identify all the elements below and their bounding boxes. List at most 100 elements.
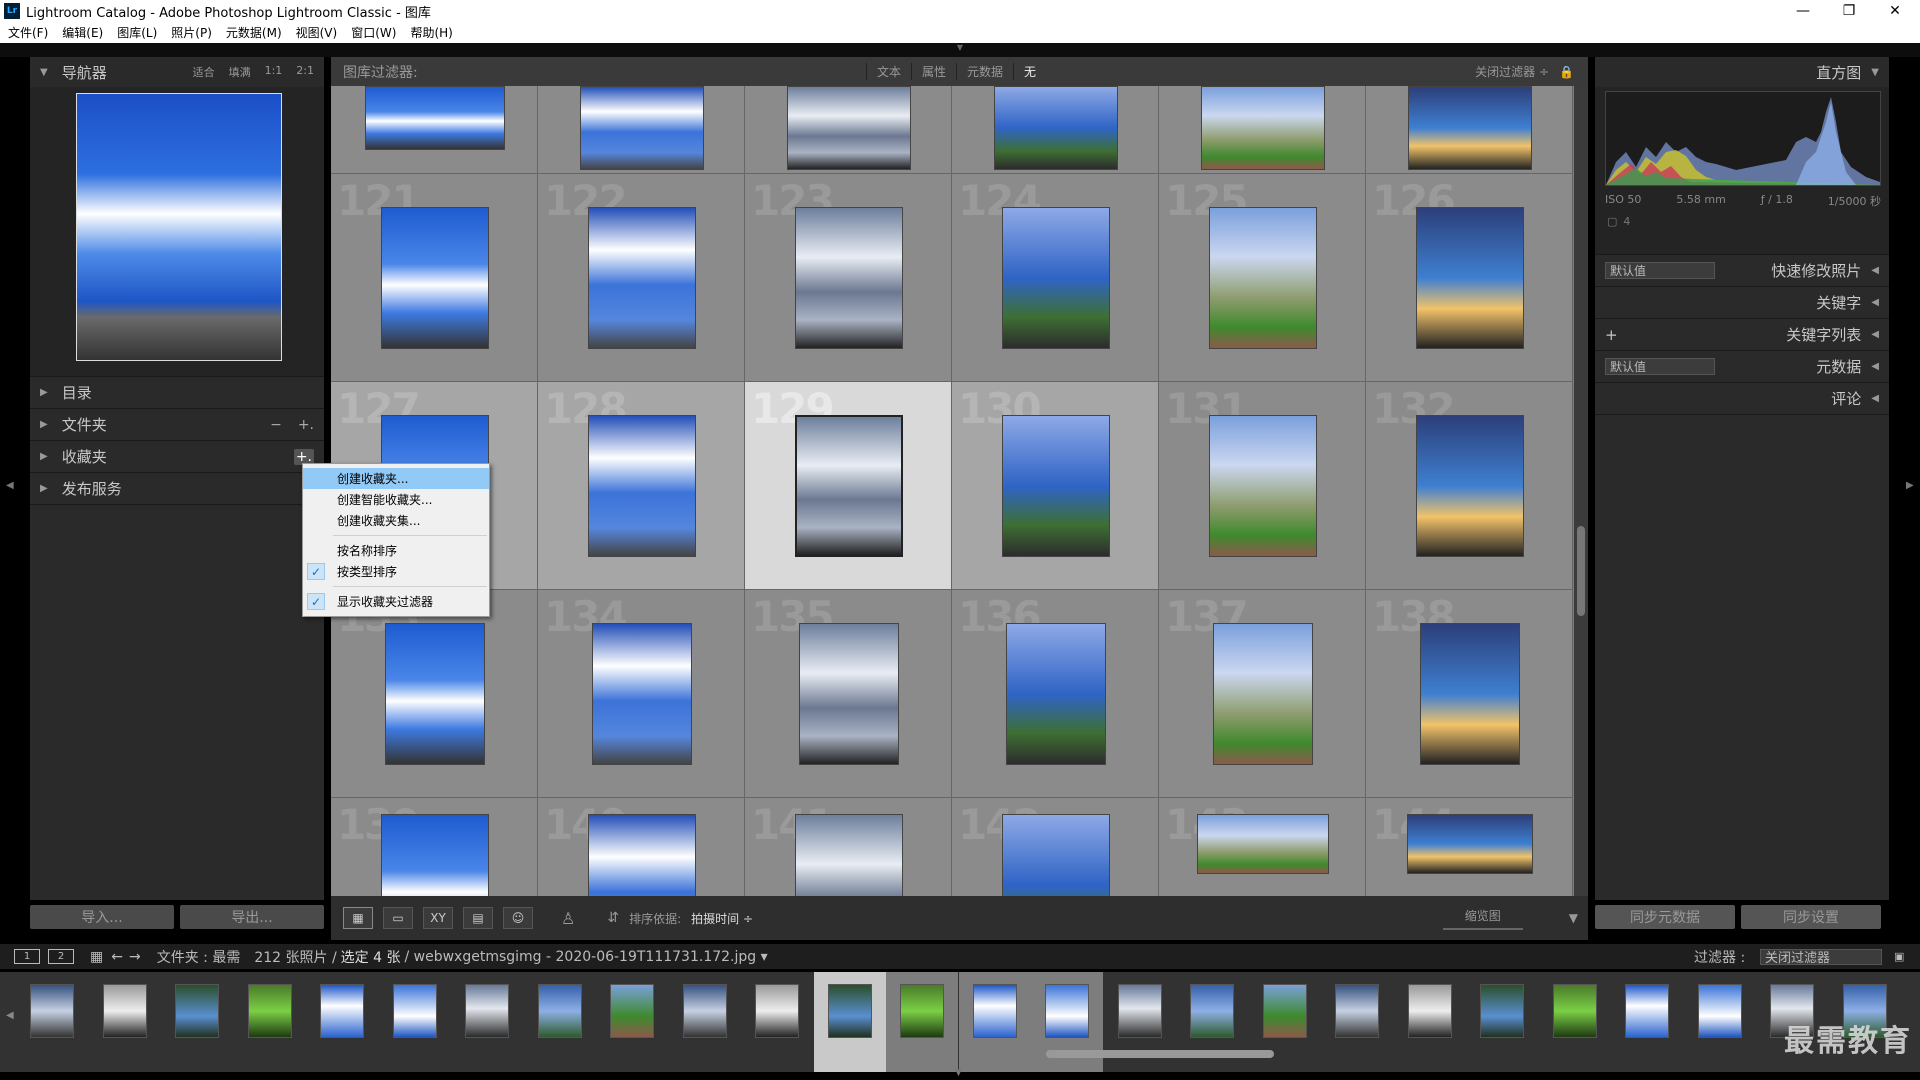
grid-cell[interactable]: 138 (1366, 590, 1573, 798)
menu-library[interactable]: 图库(L) (117, 24, 157, 41)
grid-cell[interactable]: 134 (538, 590, 745, 798)
filmstrip-thumbnail[interactable] (1407, 984, 1452, 1038)
menu-file[interactable]: 文件(F) (8, 24, 48, 41)
photo-thumbnail[interactable] (380, 814, 489, 896)
photo-thumbnail[interactable] (1208, 415, 1317, 557)
grid-view-icon[interactable]: ▦ (343, 907, 373, 929)
source-label[interactable]: 文件夹 : 最需 (157, 947, 241, 967)
grid-cell[interactable]: 125 (1159, 174, 1366, 382)
photo-thumbnail[interactable] (1200, 86, 1325, 170)
filmstrip-item[interactable] (741, 972, 813, 1072)
filmstrip-item[interactable] (1321, 972, 1393, 1072)
survey-view-icon[interactable]: ▤ (463, 907, 493, 929)
filmstrip-thumbnail[interactable] (610, 984, 654, 1038)
grid-cell[interactable]: 133 (331, 590, 538, 798)
menu-window[interactable]: 窗口(W) (351, 24, 396, 41)
metadata-header[interactable]: 默认值 元数据 ◀ (1595, 351, 1889, 383)
filmstrip-thumbnail[interactable] (30, 984, 74, 1038)
filmstrip-thumbnail[interactable] (827, 984, 872, 1038)
filter-tab-attribute[interactable]: 属性 (911, 63, 956, 80)
grid-cell[interactable] (1159, 86, 1366, 174)
filmstrip-toggle-icon[interactable]: ▼ (955, 1068, 962, 1078)
filter-toggle-icon[interactable]: ▣ (1894, 950, 1904, 963)
navigator-header[interactable]: ▼ 导航器 适合 填满 1:1 2:1 (30, 57, 324, 87)
photo-thumbnail[interactable] (579, 86, 704, 170)
photo-thumbnail[interactable] (1419, 623, 1520, 765)
painter-icon[interactable]: ♙ (561, 909, 575, 928)
grid-scrollbar[interactable] (1574, 86, 1588, 896)
histogram-header[interactable]: 直方图 ▼ (1595, 57, 1889, 87)
photo-thumbnail[interactable] (1005, 623, 1106, 765)
grid-cell[interactable]: 122 (538, 174, 745, 382)
photo-thumbnail[interactable] (587, 415, 696, 557)
filmstrip-item[interactable] (1539, 972, 1611, 1072)
right-panel-toggle-icon[interactable]: ▶ (1906, 480, 1914, 491)
filmstrip-thumbnail[interactable] (972, 984, 1017, 1038)
export-button[interactable]: 导出... (180, 905, 324, 929)
top-panel-toggle[interactable]: ▼ (0, 43, 1920, 57)
sync-settings-button[interactable]: 同步设置 (1741, 905, 1881, 929)
quick-develop-preset-select[interactable]: 默认值 (1605, 262, 1715, 279)
filmstrip-left-arrow-icon[interactable]: ◀ (6, 1010, 14, 1021)
photo-thumbnail[interactable] (794, 814, 903, 896)
photo-thumbnail[interactable] (1001, 814, 1110, 896)
photo-thumbnail[interactable] (1415, 207, 1524, 349)
photo-thumbnail[interactable] (364, 86, 505, 150)
filter-tab-text[interactable]: 文本 (866, 63, 911, 80)
collapse-triangle-icon[interactable]: ▼ (1871, 67, 1879, 78)
photo-thumbnail[interactable] (1406, 814, 1533, 874)
filmstrip-thumbnail[interactable] (1190, 984, 1234, 1038)
photo-thumbnail[interactable] (380, 207, 489, 349)
photo-thumbnail[interactable] (794, 207, 903, 349)
photo-thumbnail[interactable] (591, 623, 692, 765)
grid-cell[interactable]: 126 (1366, 174, 1573, 382)
navigator-photo[interactable] (76, 93, 282, 361)
filmstrip-item[interactable] (524, 972, 596, 1072)
grid-cell[interactable]: 124 (952, 174, 1159, 382)
filmstrip-thumbnail[interactable] (1045, 984, 1089, 1038)
zoom-fit[interactable]: 适合 (193, 64, 215, 80)
filmstrip-thumbnail[interactable] (1335, 984, 1379, 1038)
filmstrip-thumbnail[interactable] (1262, 984, 1307, 1038)
import-button[interactable]: 导入... (30, 905, 174, 929)
filmstrip-thumbnail[interactable] (755, 984, 799, 1038)
grid-cell[interactable]: 139 (331, 798, 538, 896)
photo-thumbnail[interactable] (1196, 814, 1329, 874)
grid-cell[interactable]: 141 (745, 798, 952, 896)
menu-item-create-collection[interactable]: 创建收藏夹... (303, 468, 489, 489)
sort-direction-icon[interactable]: ⇵ (607, 910, 619, 926)
filmstrip-item[interactable] (1466, 972, 1538, 1072)
menu-item-create-collection-set[interactable]: 创建收藏夹集... (303, 510, 489, 531)
photo-thumbnail[interactable] (1212, 623, 1313, 765)
photo-thumbnail[interactable] (1001, 415, 1110, 557)
filmstrip-thumbnail[interactable] (175, 984, 219, 1038)
photo-thumbnail[interactable] (384, 623, 485, 765)
menu-item-create-smart-collection[interactable]: 创建智能收藏夹... (303, 489, 489, 510)
quick-develop-header[interactable]: 默认值 快速修改照片 ◀ (1595, 255, 1889, 287)
photo-thumbnail[interactable] (587, 207, 696, 349)
grid-cell[interactable]: 123 (745, 174, 952, 382)
grid-icon[interactable]: ▦ (90, 949, 103, 965)
filmstrip-thumbnail[interactable] (1697, 984, 1742, 1038)
grid-cell[interactable] (952, 86, 1159, 174)
filmstrip-thumbnail[interactable] (392, 984, 437, 1038)
menu-view[interactable]: 视图(V) (296, 24, 338, 41)
publish-services-panel-header[interactable]: ▶ 发布服务 (30, 473, 324, 505)
filmstrip-thumbnail[interactable] (1480, 984, 1524, 1038)
thumbnail-size-slider[interactable] (1442, 927, 1523, 930)
filmstrip-thumbnail[interactable] (320, 984, 364, 1038)
filmstrip-item[interactable] (1611, 972, 1683, 1072)
filmstrip-item[interactable] (161, 972, 233, 1072)
zoom-1-1[interactable]: 1:1 (265, 64, 283, 80)
filmstrip-item[interactable] (16, 972, 88, 1072)
grid-cell[interactable]: 129 (745, 382, 952, 590)
filmstrip-item[interactable] (813, 972, 886, 1072)
grid-cell[interactable] (538, 86, 745, 174)
grid-cell[interactable]: 131 (1159, 382, 1366, 590)
menu-help[interactable]: 帮助(H) (410, 24, 452, 41)
photo-thumbnail[interactable] (993, 86, 1118, 170)
menu-item-show-collection-filter[interactable]: ✓ 显示收藏夹过滤器 (303, 591, 489, 612)
grid-cell[interactable]: 137 (1159, 590, 1366, 798)
filmstrip-item[interactable] (1394, 972, 1466, 1072)
filmstrip-scrollbar[interactable] (1046, 1050, 1274, 1058)
